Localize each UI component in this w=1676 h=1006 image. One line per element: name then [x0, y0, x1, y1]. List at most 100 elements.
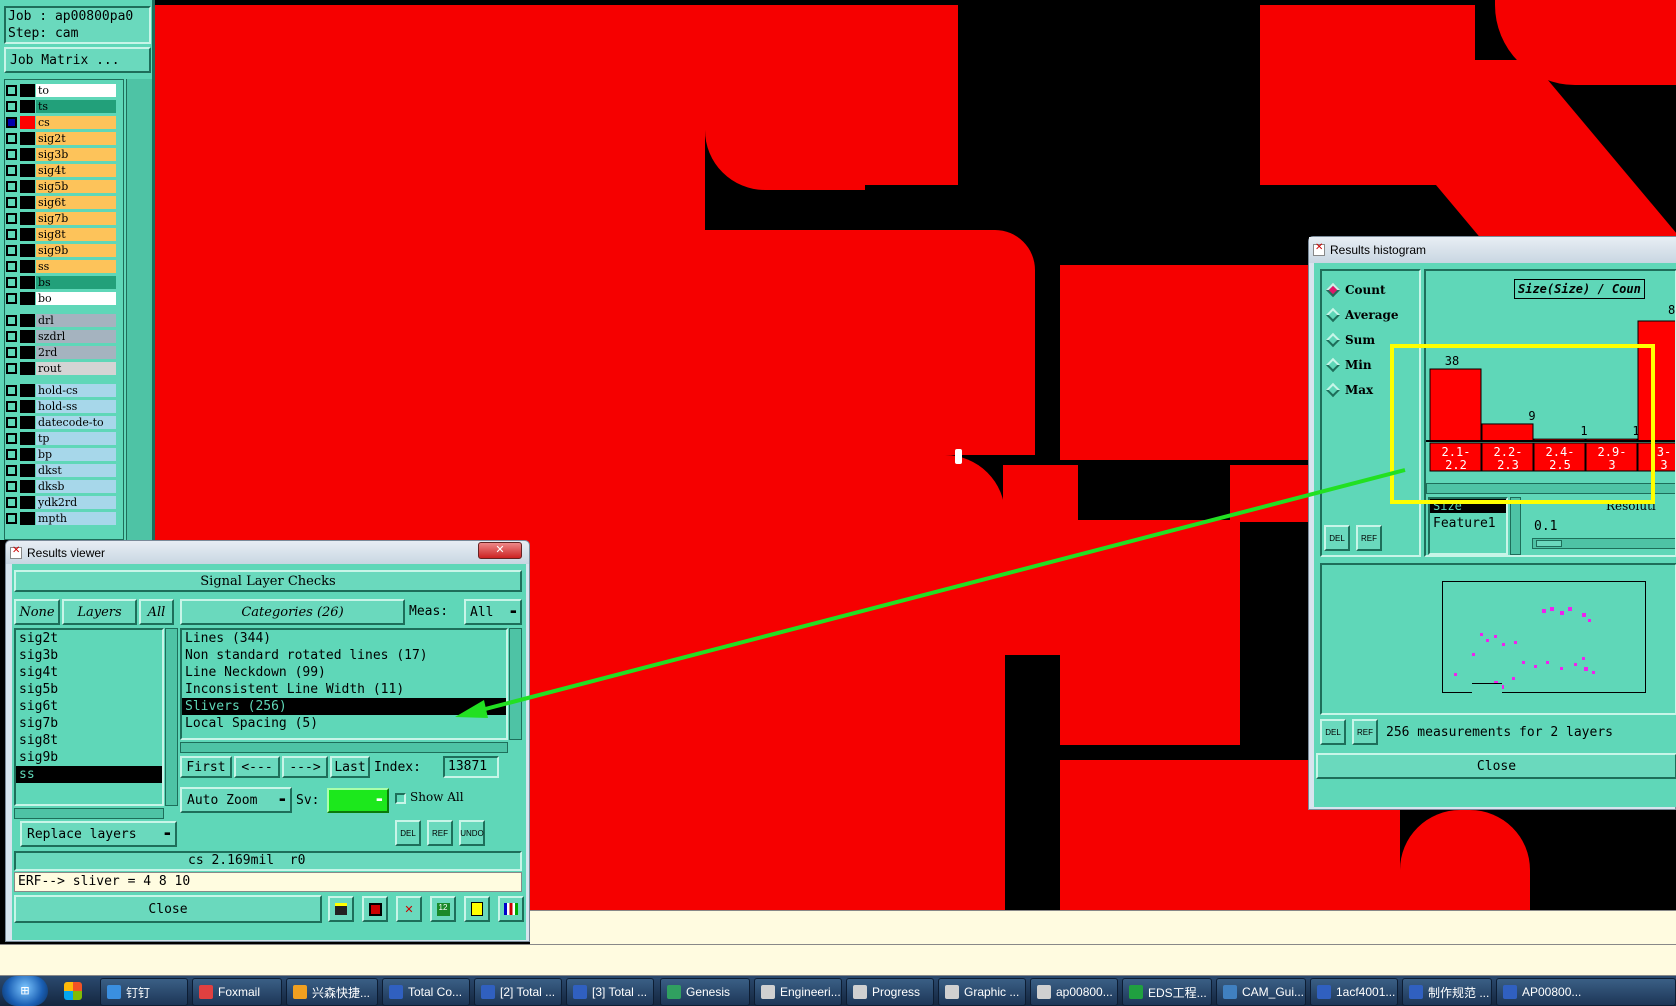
list-item[interactable]: Slivers (256) [182, 698, 506, 715]
layer-checkbox[interactable] [6, 277, 17, 288]
layer-row[interactable]: tp [6, 431, 116, 446]
layer-row[interactable]: ts [6, 99, 116, 114]
taskbar-item[interactable]: 兴森快捷... [286, 978, 378, 1006]
layer-row[interactable]: sig9b [6, 243, 116, 258]
mode-radio-count[interactable]: Count [1322, 277, 1420, 302]
taskbar-item[interactable]: 1acf4001... [1310, 978, 1398, 1006]
layer-checkbox[interactable] [6, 101, 17, 112]
layer-row[interactable]: hold-ss [6, 399, 116, 414]
taskbar-item[interactable]: Engineeri... [754, 978, 842, 1006]
histogram-icon[interactable] [498, 896, 524, 922]
index-input[interactable]: 13871 [443, 756, 499, 778]
start-button[interactable]: ⊞ [2, 976, 48, 1006]
layer-row[interactable]: ydk2rd [6, 495, 116, 510]
taskbar-item[interactable]: AP00800... [1496, 978, 1676, 1006]
layer-checkbox[interactable] [6, 497, 17, 508]
layer-checkbox[interactable] [6, 229, 17, 240]
layer-checkbox[interactable] [6, 165, 17, 176]
taskbar-item[interactable]: 钉钉 [100, 978, 188, 1006]
taskbar-item[interactable]: Graphic ... [938, 978, 1026, 1006]
window-close-icon[interactable]: ✕ [478, 542, 522, 559]
layer-checkbox[interactable] [6, 293, 17, 304]
show-all-checkbox[interactable] [395, 793, 406, 804]
layer-row[interactable]: ss [6, 259, 116, 274]
layer-checkbox[interactable] [6, 513, 17, 524]
taskbar-item[interactable]: Progress [846, 978, 934, 1006]
layer-checkbox[interactable] [6, 149, 17, 160]
feature-item[interactable]: Feature1 [1430, 516, 1506, 531]
next-button[interactable]: ---> [282, 756, 328, 778]
taskbar-item[interactable]: EDS工程... [1122, 978, 1212, 1006]
layer-checkbox[interactable] [6, 245, 17, 256]
layer-result-list[interactable]: sig2t sig3b sig4t sig5b sig6t sig7b sig8t sig9b… [14, 628, 164, 806]
list-item[interactable]: Line Neckdown (99) [182, 664, 506, 681]
layer-row[interactable]: hold-cs [6, 383, 116, 398]
taskbar-item[interactable]: 制作规范 ... [1402, 978, 1492, 1006]
category-hscroll[interactable] [180, 742, 508, 753]
numbers-icon[interactable]: 12 [430, 896, 456, 922]
layer-row[interactable]: sig3b [6, 147, 116, 162]
layer-checkbox[interactable] [6, 181, 17, 192]
layer-row[interactable]: to [6, 83, 116, 98]
layer-row[interactable]: dkst [6, 463, 116, 478]
mode-radio-average[interactable]: Average [1322, 302, 1420, 327]
layer-row[interactable]: szdrl [6, 329, 116, 344]
histogram-titlebar[interactable]: Results histogram [1309, 237, 1676, 263]
category-scrollbar[interactable] [509, 628, 522, 740]
layer-checkbox[interactable] [6, 465, 17, 476]
del-icon[interactable]: DEL [1320, 719, 1346, 745]
taskbar-item[interactable]: CAM_Gui... [1216, 978, 1306, 1006]
quick-launch-icon[interactable] [64, 982, 82, 1000]
all-button[interactable]: All [139, 599, 174, 625]
layers-button[interactable]: Layers [62, 599, 137, 625]
layer-row[interactable]: sig4t [6, 163, 116, 178]
layer-checkbox[interactable] [6, 449, 17, 460]
layer-checkbox[interactable] [6, 315, 17, 326]
layer-row[interactable]: drl [6, 313, 116, 328]
layer-scrollbar[interactable] [126, 79, 152, 540]
report-icon[interactable] [464, 896, 490, 922]
taskbar-item[interactable]: ap00800... [1030, 978, 1118, 1006]
layer-row[interactable]: cs [6, 115, 116, 130]
layer-checkbox[interactable] [6, 197, 17, 208]
layer-checkbox[interactable] [6, 347, 17, 358]
layer-row[interactable]: sig7b [6, 211, 116, 226]
taskbar-item[interactable]: [3] Total ... [566, 978, 654, 1006]
del-icon[interactable]: DEL [1324, 525, 1350, 551]
layer-row[interactable]: bo [6, 291, 116, 306]
layer-checkbox[interactable] [6, 433, 17, 444]
layer-list-scrollbar[interactable] [165, 628, 178, 806]
prev-button[interactable]: <--- [234, 756, 280, 778]
list-item[interactable]: sig9b [16, 749, 162, 766]
list-item[interactable]: sig6t [16, 698, 162, 715]
undo-icon[interactable]: UNDO [459, 820, 485, 846]
taskbar-item[interactable]: Genesis [660, 978, 750, 1006]
ref-icon[interactable]: REF [427, 820, 453, 846]
job-matrix-button[interactable]: Job Matrix ... [4, 47, 151, 73]
layer-checkbox[interactable] [6, 331, 17, 342]
replace-layers-dropdown[interactable]: Replace layers ▬ [20, 821, 177, 847]
list-item[interactable]: sig4t [16, 664, 162, 681]
histogram-close-button[interactable]: Close [1316, 753, 1676, 779]
layer-checkbox[interactable] [6, 213, 17, 224]
layer-row[interactable]: mpth [6, 511, 116, 526]
layer-row[interactable]: rout [6, 361, 116, 376]
list-item[interactable]: sig3b [16, 647, 162, 664]
close-button[interactable]: Close [14, 895, 322, 923]
auto-zoom-dropdown[interactable]: Auto Zoom ▬ [180, 787, 292, 813]
categories-button[interactable]: Categories (26) [180, 599, 405, 625]
list-item[interactable]: sig8t [16, 732, 162, 749]
layer-checkbox[interactable] [6, 401, 17, 412]
feature-scrollbar[interactable] [1510, 497, 1521, 555]
resolution-slider[interactable] [1532, 538, 1675, 549]
layer-row[interactable]: sig2t [6, 131, 116, 146]
none-button[interactable]: None [14, 599, 60, 625]
last-button[interactable]: Last [330, 756, 370, 778]
taskbar-item[interactable]: Total Co... [382, 978, 470, 1006]
sv-color-dropdown[interactable]: ▬ [327, 788, 389, 813]
list-item[interactable]: Non standard rotated lines (17) [182, 647, 506, 664]
ref-icon[interactable]: REF [1352, 719, 1378, 745]
list-item[interactable]: sig5b [16, 681, 162, 698]
category-list[interactable]: Lines (344) Non standard rotated lines (1… [180, 628, 508, 740]
layer-row[interactable]: bp [6, 447, 116, 462]
